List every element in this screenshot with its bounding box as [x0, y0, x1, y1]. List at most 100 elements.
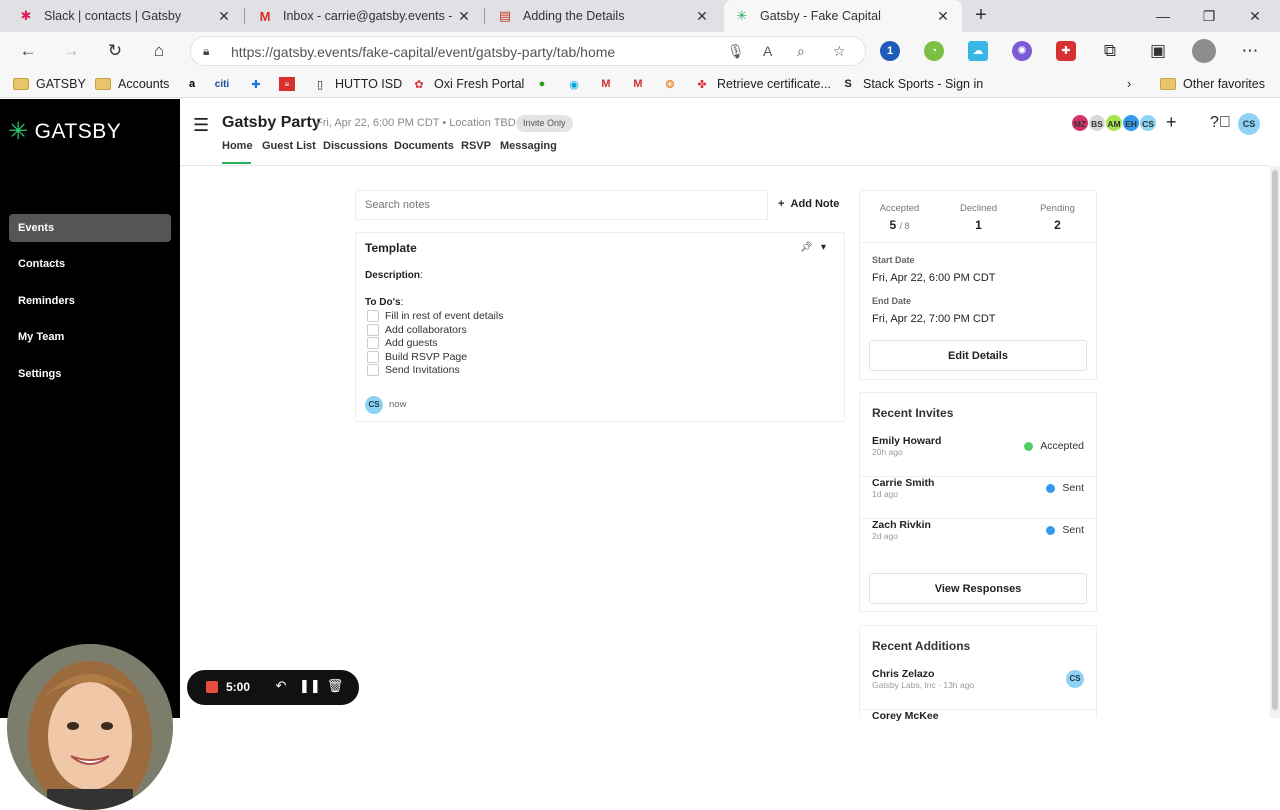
collections-icon[interactable]: ▣ — [1144, 37, 1172, 65]
bookmark-other-favorites[interactable]: Other favorites — [1160, 76, 1265, 92]
profile-avatar[interactable] — [1192, 39, 1216, 63]
close-tab-icon[interactable]: ✕ — [693, 8, 711, 25]
undo-icon[interactable]: ↶ — [272, 678, 290, 696]
browser-tab-gmail[interactable]: M Inbox - carrie@gatsby.events - G ✕ — [247, 0, 483, 32]
bookmark-gmail-1[interactable]: M — [598, 76, 621, 92]
stop-recording-icon[interactable] — [206, 681, 218, 693]
gatsby-logo[interactable]: ✳ GATSBY — [8, 117, 121, 146]
sidebar-item-events[interactable]: Events — [9, 214, 171, 242]
collaborator-avatar[interactable]: EH — [1122, 114, 1140, 132]
trash-icon[interactable]: 🗑︎ — [326, 678, 344, 696]
sidebar-item-my-team[interactable]: My Team — [9, 323, 171, 351]
bookmark-att[interactable]: ◉ — [566, 76, 589, 92]
bookmark-gatsby[interactable]: GATSBY — [13, 76, 86, 92]
sidebar-item-reminders[interactable]: Reminders — [9, 287, 171, 315]
favorite-star-icon[interactable]: ☆ — [833, 43, 846, 60]
todo-item[interactable]: Send Invitations — [367, 364, 460, 376]
bookmark-stack-sports[interactable]: S Stack Sports - Sign in — [840, 76, 983, 92]
home-icon[interactable]: ⌂ — [145, 37, 173, 65]
addition-row[interactable]: Chris Zelazo Gatsby Labs, Inc · 13h ago … — [860, 668, 1096, 710]
close-window-icon[interactable]: ✕ — [1232, 0, 1278, 32]
invite-row[interactable]: Zach Rivkin 2d ago Sent — [860, 519, 1096, 561]
add-note-button[interactable]: + Add Note — [778, 198, 839, 210]
invite-row[interactable]: Emily Howard 20h ago Accepted — [860, 435, 1096, 477]
tab-documents[interactable]: Documents — [394, 140, 454, 152]
view-responses-button[interactable]: View Responses — [869, 573, 1087, 604]
todo-checkbox[interactable] — [367, 337, 379, 349]
bookmark-oxi-fresh[interactable]: ✿ Oxi Fresh Portal — [411, 76, 524, 92]
collaborator-avatar[interactable]: AM — [1105, 114, 1123, 132]
scrollbar-thumb[interactable] — [1272, 170, 1278, 710]
add-collaborator-icon[interactable]: + — [1166, 112, 1177, 133]
bookmark-hutto-isd[interactable]: ▯ HUTTO ISD — [312, 76, 402, 92]
address-bar[interactable]: 🔒︎ https://gatsby.events/fake-capital/ev… — [190, 36, 866, 66]
addition-name: Chris Zelazo — [872, 668, 935, 680]
todo-checkbox[interactable] — [367, 310, 379, 322]
collaborator-avatar[interactable]: BS — [1088, 114, 1106, 132]
bookmark-red[interactable]: ≡ — [279, 76, 302, 92]
more-menu-icon[interactable]: ⋯ — [1236, 37, 1264, 65]
lock-icon: 🔒︎ — [203, 44, 210, 58]
bookmark-accounts[interactable]: Accounts — [95, 76, 169, 92]
forward-icon[interactable]: → — [57, 37, 85, 65]
password-manager-icon[interactable]: 1 — [880, 41, 900, 61]
collaborator-avatar[interactable]: MZ — [1071, 114, 1089, 132]
zoom-icon[interactable]: ⌕ — [797, 43, 805, 60]
bookmark-citi[interactable]: citi — [214, 76, 237, 92]
todo-item[interactable]: Fill in rest of event details — [367, 310, 503, 322]
shield-icon[interactable]: ✚ — [1056, 41, 1076, 61]
edit-details-button[interactable]: Edit Details — [869, 340, 1087, 371]
read-aloud-icon[interactable]: A — [763, 43, 772, 59]
invite-row[interactable]: Carrie Smith 1d ago Sent — [860, 477, 1096, 519]
bookmark-retrieve-certificate[interactable]: ✤ Retrieve certificate... — [694, 76, 831, 92]
chevron-down-icon[interactable]: ▾ — [821, 242, 826, 253]
close-tab-icon[interactable]: ✕ — [455, 8, 473, 25]
todo-item[interactable]: Add guests — [367, 337, 438, 349]
close-tab-icon[interactable]: ✕ — [215, 8, 233, 25]
tab-home[interactable]: Home — [222, 140, 253, 152]
tab-discussions[interactable]: Discussions — [323, 140, 388, 152]
close-tab-icon[interactable]: ✕ — [934, 8, 952, 25]
bookmark-plus[interactable]: ✚ — [248, 76, 271, 92]
restore-icon[interactable]: ❐ — [1186, 0, 1232, 32]
hamburger-menu-icon[interactable]: ☰ — [193, 115, 209, 136]
addition-row[interactable]: Corey McKee — [860, 710, 1096, 752]
browser-tab-doc[interactable]: ▤ Adding the Details ✕ — [487, 0, 721, 32]
user-avatar[interactable]: CS — [1238, 113, 1260, 135]
tab-messaging[interactable]: Messaging — [500, 140, 557, 152]
todo-item[interactable]: Build RSVP Page — [367, 351, 467, 363]
recording-time: 5:00 — [226, 680, 251, 694]
bookmark-orange[interactable]: ❂ — [662, 76, 685, 92]
sidebar-item-contacts[interactable]: Contacts — [9, 250, 171, 278]
tab-rsvp[interactable]: RSVP — [461, 140, 491, 152]
tab-guest-list[interactable]: Guest List — [262, 140, 316, 152]
new-tab-icon[interactable]: + — [969, 4, 993, 28]
bookmark-gmail-2[interactable]: M — [630, 76, 653, 92]
extension-spark-icon[interactable]: ✺ — [1012, 41, 1032, 61]
todo-checkbox[interactable] — [367, 351, 379, 363]
search-notes-input[interactable] — [355, 190, 768, 220]
minimize-icon[interactable]: — — [1140, 0, 1186, 32]
extensions-puzzle-icon[interactable]: ⧉ — [1096, 37, 1124, 65]
pause-icon[interactable]: ❚❚ — [299, 678, 321, 696]
todo-checkbox[interactable] — [367, 324, 379, 336]
declined-label: Declined — [960, 203, 997, 214]
bookmark-amazon[interactable]: a — [184, 76, 207, 92]
bookmarks-overflow-chevron-icon[interactable]: › — [1127, 76, 1131, 92]
extension-cloud-icon[interactable]: ☁ — [968, 41, 988, 61]
extension-compass-icon[interactable]: ◔ — [924, 41, 944, 61]
collaborator-avatar[interactable]: CS — [1139, 114, 1157, 132]
sidebar-item-settings[interactable]: Settings — [9, 360, 171, 388]
browser-tab-gatsby[interactable]: ✳ Gatsby - Fake Capital ✕ — [724, 0, 962, 32]
help-icon[interactable]: ?⃝ — [1210, 114, 1231, 132]
refresh-icon[interactable]: ↻ — [101, 37, 129, 65]
back-icon[interactable]: ← — [14, 37, 42, 65]
bookmark-quickbooks[interactable]: ● — [534, 76, 557, 92]
microphone-icon[interactable]: 🎙︎ — [727, 43, 745, 60]
pin-icon[interactable]: 📌︎ — [800, 242, 813, 253]
browser-tab-slack[interactable]: ✱ Slack | contacts | Gatsby ✕ — [8, 0, 243, 32]
todo-checkbox[interactable] — [367, 364, 379, 376]
note-card[interactable]: Template 📌︎ ▾ Description: To Do's: Fill… — [355, 232, 845, 422]
page-scrollbar[interactable] — [1270, 166, 1280, 718]
todo-item[interactable]: Add collaborators — [367, 324, 467, 336]
